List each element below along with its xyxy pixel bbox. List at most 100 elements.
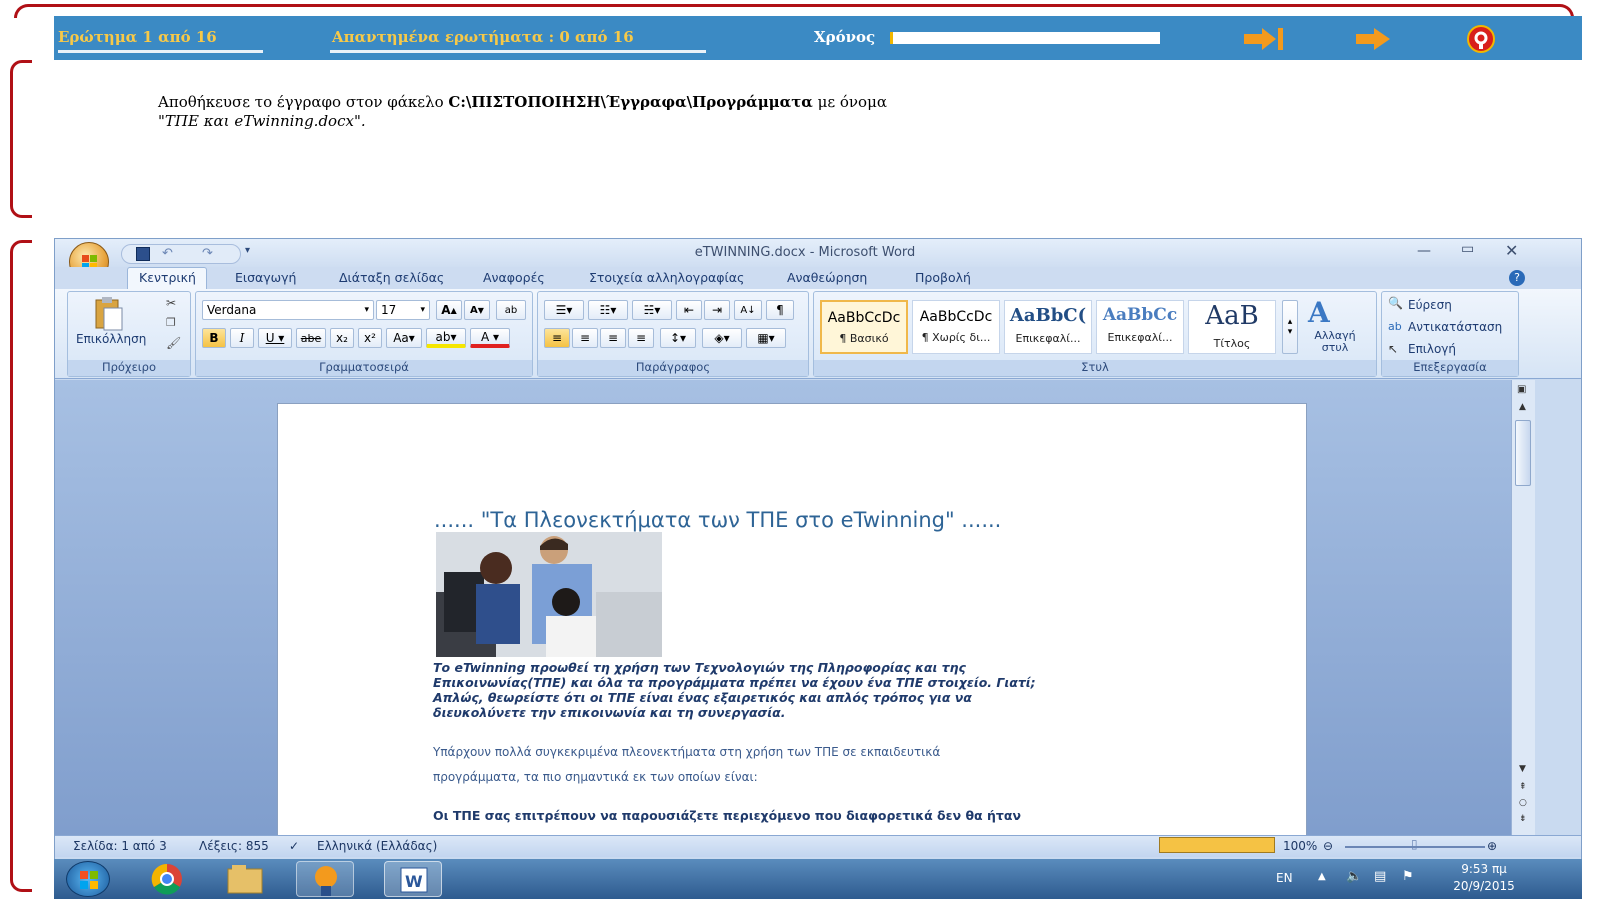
sort-button[interactable]: A↓ [734,300,762,320]
tab-view[interactable]: Προβολή [915,270,971,285]
change-styles-icon[interactable]: A [1308,296,1352,329]
italic-button[interactable]: I [230,328,254,348]
status-language[interactable]: Ελληνικά (Ελλάδας) [317,839,437,853]
zoom-level[interactable]: 100% [1283,839,1317,853]
font-size-select[interactable]: 17 ▾ [376,300,430,320]
format-painter-icon[interactable]: 🖌 [166,336,181,350]
replace-icon: ab [1388,320,1402,333]
select-button[interactable]: Επιλογή [1408,342,1456,356]
paragraph-group: ☰▾ ☷▾ ☵▾ ⇤ ⇥ A↓ ¶ ≡ ≡ ≡ ≡ ↕▾ ◈▾ ▦▾ Παράγ… [537,291,809,377]
scroll-up-icon[interactable]: ▲ [1519,402,1526,412]
highlight-button[interactable]: ab▾ [426,328,466,348]
strikethrough-button[interactable]: abe [296,328,326,348]
file-explorer-icon[interactable] [216,861,274,897]
status-page[interactable]: Σελίδα: 1 από 3 [73,839,167,853]
multilevel-list-button[interactable]: ☵▾ [632,300,672,320]
input-language[interactable]: EN [1276,871,1293,885]
borders-button[interactable]: ▦▾ [746,328,786,348]
next-page-icon[interactable]: ⇟ [1519,814,1527,824]
start-button[interactable] [66,861,110,897]
exam-app-icon[interactable] [296,861,354,897]
minimize-icon[interactable]: — [1417,243,1431,259]
title-bar: ↶ ↷ ▾ eTWINNING.docx - Microsoft Word — … [55,239,1581,282]
copy-icon[interactable]: ❐ [166,316,176,329]
scroll-down-icon[interactable]: ▼ [1519,764,1526,774]
document-page[interactable]: ...... "Τα Πλεονεκτήματα των ΤΠΕ στο eTw… [277,403,1307,853]
numbering-button[interactable]: ☷▾ [588,300,628,320]
tab-home[interactable]: Κεντρική [139,270,196,285]
clock-date[interactable]: 20/9/2015 [1446,879,1522,893]
skip-to-end-icon[interactable] [1244,26,1286,52]
style-title[interactable]: AaB Τίτλος [1188,300,1276,354]
tab-references[interactable]: Αναφορές [483,270,545,285]
show-hidden-icons[interactable]: ▲ [1318,871,1326,882]
status-words[interactable]: Λέξεις: 855 [199,839,269,853]
ribbon-tabs: Κεντρική Εισαγωγή Διάταξη σελίδας Αναφορ… [55,267,1581,289]
paragraph-1: Το eTwinning προωθεί τη χρήση των Τεχνολ… [433,660,1036,720]
browse-object-icon[interactable]: ○ [1519,798,1527,808]
answered-counter-underline [330,50,706,53]
next-question-icon[interactable] [1356,26,1392,52]
zoom-out-icon[interactable]: ⊖ [1323,839,1333,853]
line-spacing-button[interactable]: ↕▾ [660,328,696,348]
zoom-slider-thumb[interactable]: ▯ [1411,837,1418,851]
style-heading-1[interactable]: AaBbC(Επικεφαλί... [1004,300,1092,354]
change-styles-button[interactable]: Αλλαγή στυλ [1310,330,1360,354]
close-icon[interactable]: ✕ [1505,241,1518,260]
replace-button[interactable]: Αντικατάσταση [1408,320,1502,334]
bullets-button[interactable]: ☰▾ [544,300,584,320]
view-buttons[interactable] [1159,837,1275,853]
font-family-select[interactable]: Verdana ▾ [202,300,374,320]
prev-page-icon[interactable]: ⇞ [1519,782,1527,792]
justify-button[interactable]: ≡ [628,328,654,348]
help-question-icon[interactable]: ? [1509,270,1525,286]
show-marks-button[interactable]: ¶ [766,300,794,320]
network-icon[interactable]: ▤ [1374,869,1386,884]
subscript-button[interactable]: x₂ [330,328,354,348]
tab-mailings[interactable]: Στοιχεία αλληλογραφίας [589,270,744,285]
tab-review[interactable]: Αναθεώρηση [787,270,867,285]
editing-group-label: Επεξεργασία [1382,360,1518,376]
chrome-icon[interactable] [138,861,196,897]
grow-font-button[interactable]: A ▲ [436,300,462,320]
shading-button[interactable]: ◈▾ [702,328,742,348]
clock-time[interactable]: 9:53 πμ [1454,862,1514,876]
tab-insert[interactable]: Εισαγωγή [235,270,296,285]
style-no-spacing[interactable]: AaBbCcDc ¶ Χωρίς δι... [912,300,1000,354]
underline-button[interactable]: U ▾ [258,328,292,348]
word-taskbar-icon[interactable]: W [384,861,442,897]
style-heading-2[interactable]: AaBbCc Επικεφαλί... [1096,300,1184,354]
align-right-button[interactable]: ≡ [600,328,626,348]
help-icon[interactable] [1466,24,1496,54]
clear-format-button[interactable]: ab [496,300,526,320]
question-counter: Ερώτημα 1 από 16 [58,28,217,46]
align-left-button[interactable]: ≡ [544,328,570,348]
align-center-button[interactable]: ≡ [572,328,598,348]
ruler-toggle-icon[interactable]: ▣ [1517,384,1526,395]
find-button[interactable]: Εύρεση [1408,298,1452,312]
font-group-label: Γραμματοσειρά [196,360,532,376]
status-bar: Σελίδα: 1 από 3 Λέξεις: 855 ✓ Ελληνικά (… [55,835,1581,857]
font-color-button[interactable]: A ▾ [470,328,510,348]
increase-indent-button[interactable]: ⇥ [704,300,730,320]
volume-icon[interactable]: 🔈 [1346,869,1362,884]
paste-icon[interactable] [92,296,126,332]
document-photo[interactable] [436,532,662,657]
change-case-button[interactable]: Aa▾ [386,328,422,348]
styles-scroll-button[interactable]: ▴ ▾ [1282,300,1298,354]
scroll-thumb[interactable] [1515,420,1531,486]
clipboard-group: Επικόλληση ✂ ❐ 🖌 Πρόχειρο [67,291,191,377]
zoom-in-icon[interactable]: ⊕ [1487,839,1497,853]
maximize-icon[interactable]: ▭ [1461,241,1474,257]
action-center-icon[interactable]: ⚑ [1402,869,1414,884]
paste-button[interactable]: Επικόλληση [76,332,146,346]
cut-icon[interactable]: ✂ [166,296,176,310]
superscript-button[interactable]: x² [358,328,382,348]
bold-button[interactable]: B [202,328,226,348]
shrink-font-button[interactable]: A ▼ [464,300,490,320]
style-normal[interactable]: AaBbCcDc ¶ Βασικό [820,300,908,354]
decrease-indent-button[interactable]: ⇤ [676,300,702,320]
tab-page-layout[interactable]: Διάταξη σελίδας [339,270,444,285]
proofing-icon[interactable]: ✓ [289,839,299,853]
vertical-scrollbar[interactable]: ▣ ▲ ▼ ⇞ ○ ⇟ [1511,380,1535,846]
